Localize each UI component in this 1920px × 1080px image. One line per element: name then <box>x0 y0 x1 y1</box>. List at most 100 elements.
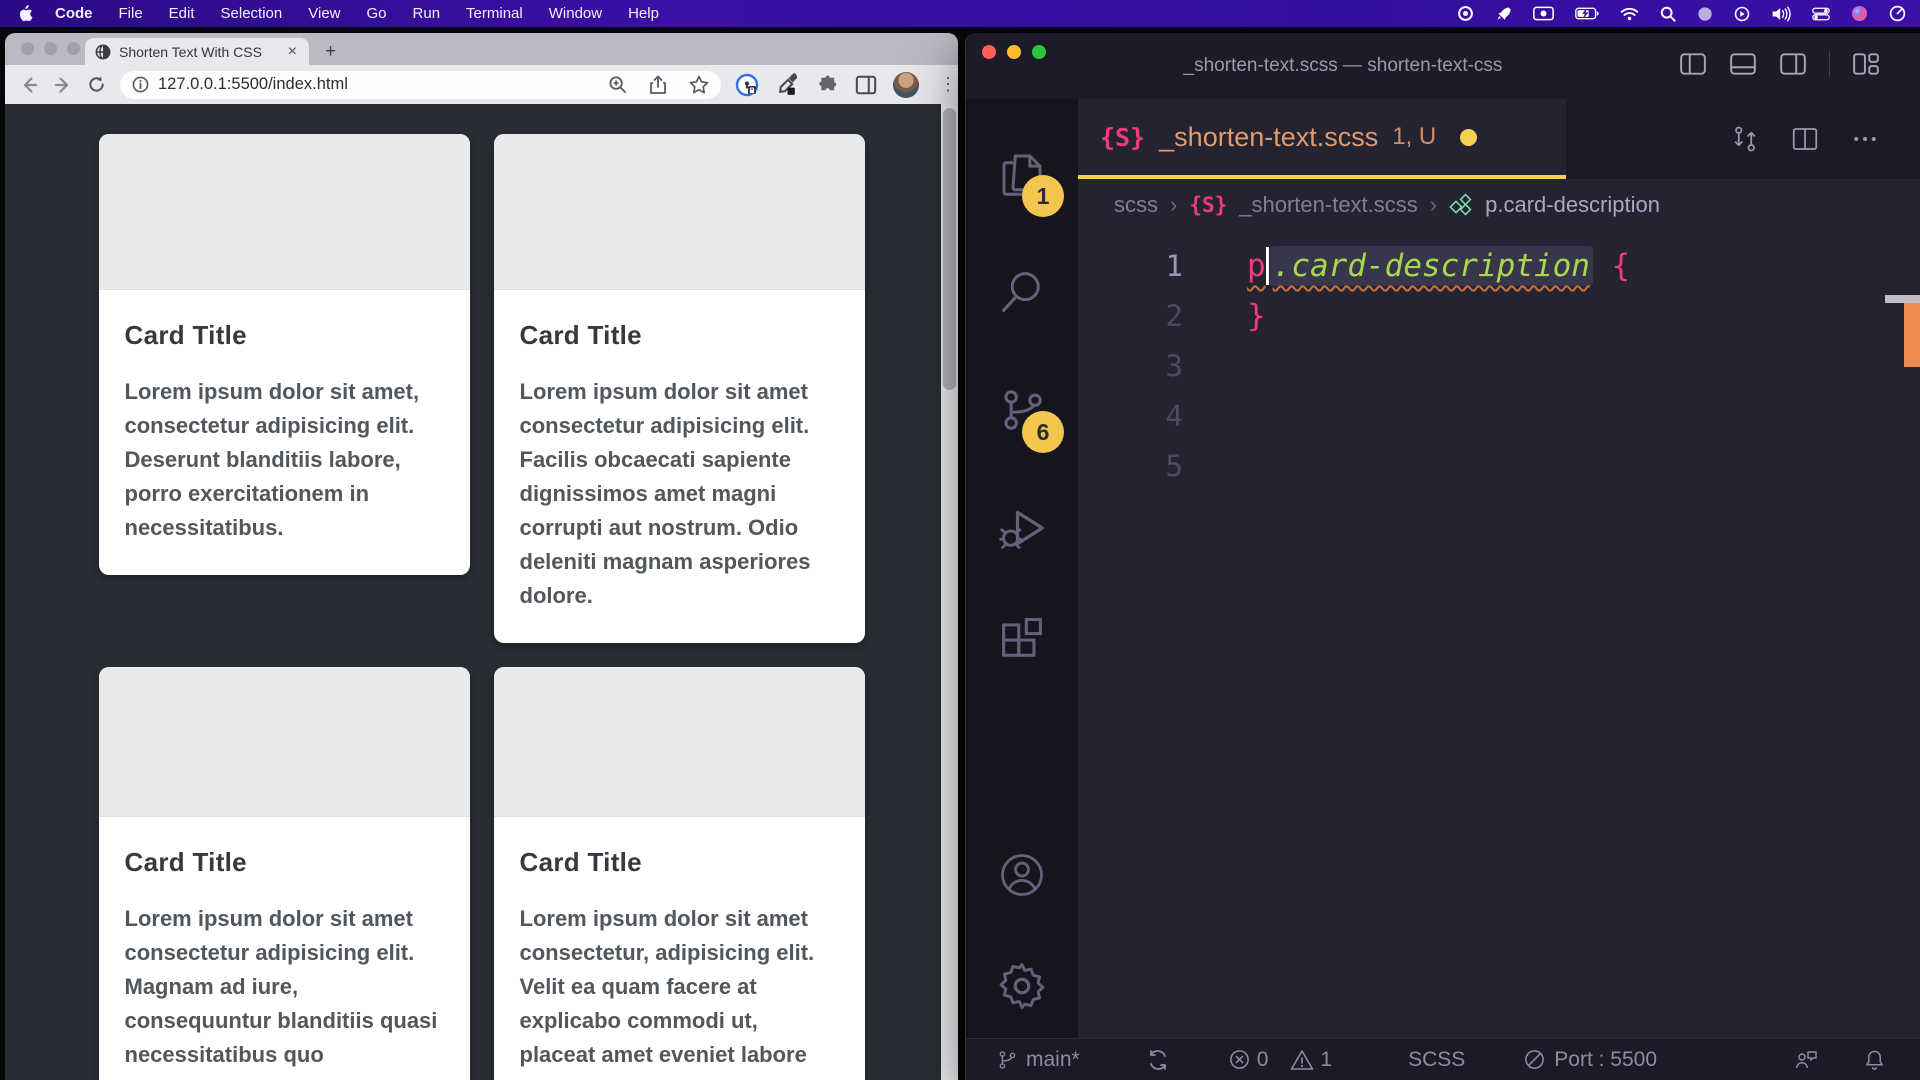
menu-view[interactable]: View <box>308 5 340 22</box>
menu-run[interactable]: Run <box>413 5 441 22</box>
card-3: Card Title Lorem ipsum dolor sit amet co… <box>99 667 470 1080</box>
account-icon <box>996 849 1048 901</box>
activity-explorer[interactable]: 1 <box>966 115 1078 233</box>
chevron-right-icon: › <box>1430 192 1437 218</box>
control-center-icon[interactable] <box>1812 7 1830 21</box>
eyedropper-extension-icon[interactable] <box>775 72 800 97</box>
unsaved-changes-dot[interactable] <box>1460 129 1477 146</box>
notifications-button[interactable] <box>1863 1048 1886 1072</box>
card-2-image-placeholder <box>494 134 865 290</box>
sync-changes-button[interactable] <box>1146 1048 1170 1072</box>
browser-minimize-button[interactable] <box>44 42 57 55</box>
tab-close-icon[interactable]: × <box>286 43 299 61</box>
breadcrumb-folder[interactable]: scss <box>1114 192 1158 218</box>
vscode-minimize-button[interactable] <box>1007 45 1021 59</box>
forward-icon[interactable] <box>53 75 73 95</box>
menu-window[interactable]: Window <box>549 5 602 22</box>
spotlight-search-icon[interactable] <box>1660 6 1676 22</box>
browser-nav-buttons <box>19 75 106 95</box>
menu-app-name[interactable]: Code <box>55 5 93 22</box>
symbol-class-icon <box>1449 193 1473 217</box>
url-text[interactable]: 127.0.0.1:5500/index.html <box>158 75 608 94</box>
extensions-puzzle-icon[interactable] <box>816 73 839 96</box>
reload-icon[interactable] <box>87 75 106 94</box>
browser-scrollbar-track[interactable] <box>941 104 958 1080</box>
line-number: 1 <box>1078 249 1183 283</box>
toggle-secondary-sidebar-icon[interactable] <box>1779 51 1807 77</box>
browser-extension-icons: ⋮ <box>735 72 958 98</box>
editor-scrollbar-thumb[interactable] <box>1885 295 1920 303</box>
menu-selection[interactable]: Selection <box>221 5 283 22</box>
activity-run-debug[interactable] <box>966 469 1078 587</box>
toggle-sidebar-icon[interactable] <box>1679 51 1707 77</box>
menu-help[interactable]: Help <box>628 5 659 22</box>
bookmark-star-icon[interactable] <box>689 75 709 94</box>
menu-go[interactable]: Go <box>367 5 387 22</box>
zoom-icon[interactable] <box>608 75 627 94</box>
browser-zoom-button[interactable] <box>67 42 80 55</box>
live-server-status[interactable]: Port : 5500 <box>1523 1048 1657 1072</box>
activity-accounts[interactable] <box>966 816 1078 934</box>
problems-status[interactable]: 0 1 <box>1228 1048 1332 1072</box>
apple-menu[interactable] <box>18 5 33 22</box>
time-machine-icon[interactable] <box>1889 5 1906 22</box>
do-not-disturb-icon[interactable] <box>1697 6 1713 22</box>
sass-file-icon: {S} <box>1189 193 1227 217</box>
volume-icon[interactable] <box>1771 6 1791 22</box>
warnings-icon <box>1290 1049 1314 1071</box>
menu-edit[interactable]: Edit <box>169 5 195 22</box>
browser-toolbar: 127.0.0.1:5500/index.html ⋮ <box>5 65 958 104</box>
browser-close-button[interactable] <box>21 42 34 55</box>
vscode-zoom-button[interactable] <box>1032 45 1046 59</box>
activity-search[interactable] <box>966 233 1078 351</box>
vscode-status-bar: main* 0 1 SCSS Port : 5500 <box>966 1038 1920 1080</box>
language-mode[interactable]: SCSS <box>1408 1048 1465 1072</box>
browser-profile-avatar[interactable] <box>893 72 919 98</box>
activity-settings[interactable] <box>966 934 1078 1038</box>
tab-git-decoration: 1, U <box>1392 123 1436 151</box>
wifi-icon[interactable] <box>1620 7 1639 21</box>
share-icon[interactable] <box>649 75 667 95</box>
editor-tab-shorten-text[interactable]: {S} _shorten-text.scss 1, U <box>1078 99 1566 179</box>
open-changes-icon[interactable] <box>1730 124 1760 154</box>
browser-scrollbar-thumb[interactable] <box>943 108 956 390</box>
search-icon <box>996 266 1048 318</box>
address-bar[interactable]: 127.0.0.1:5500/index.html <box>120 71 721 99</box>
browser-menu-icon[interactable]: ⋮ <box>939 74 958 95</box>
activity-source-control[interactable]: 6 <box>966 351 1078 469</box>
card-1-title: Card Title <box>125 320 444 351</box>
browser-tab[interactable]: Shorten Text With CSS × <box>85 38 309 65</box>
side-panel-icon[interactable] <box>855 74 877 96</box>
site-info-icon[interactable] <box>132 76 149 93</box>
vscode-close-button[interactable] <box>982 45 996 59</box>
battery-charging-icon[interactable] <box>1575 7 1599 20</box>
menu-file[interactable]: File <box>119 5 143 22</box>
card-1: Card Title Lorem ipsum dolor sit amet, c… <box>99 134 470 575</box>
password-manager-extension-icon[interactable] <box>735 73 759 97</box>
customize-layout-icon[interactable] <box>1852 51 1880 77</box>
split-editor-icon[interactable] <box>1790 124 1820 154</box>
screen-recording-icon[interactable] <box>1533 6 1554 21</box>
desktop: Code File Edit Selection View Go Run Ter… <box>0 0 1920 1080</box>
activity-extensions[interactable] <box>966 587 1078 691</box>
play-circle-icon[interactable] <box>1734 6 1750 22</box>
back-icon[interactable] <box>19 75 39 95</box>
editor-actions <box>1730 99 1920 179</box>
breadcrumb-file[interactable]: _shorten-text.scss <box>1239 192 1418 218</box>
more-actions-icon[interactable] <box>1850 124 1880 154</box>
toggle-panel-icon[interactable] <box>1729 51 1757 77</box>
person-feedback-icon <box>1793 1048 1819 1072</box>
code-editor[interactable]: 1 p.card-description { 2 } 3 4 5 <box>1078 231 1920 1038</box>
new-tab-button[interactable]: + <box>325 42 336 61</box>
git-branch-status[interactable]: main* <box>996 1048 1080 1072</box>
card-3-text: Lorem ipsum dolor sit amet consectetur a… <box>125 902 444 1080</box>
globe-favicon <box>95 44 111 60</box>
menu-terminal[interactable]: Terminal <box>466 5 523 22</box>
breadcrumb-symbol[interactable]: p.card-description <box>1485 192 1660 218</box>
rocket-icon[interactable] <box>1495 5 1512 22</box>
overview-ruler-warning-marker <box>1904 303 1920 367</box>
siri-icon[interactable] <box>1851 5 1868 22</box>
feedback-button[interactable] <box>1793 1048 1819 1072</box>
git-branch-icon <box>996 1048 1018 1072</box>
record-target-icon[interactable] <box>1457 5 1474 22</box>
